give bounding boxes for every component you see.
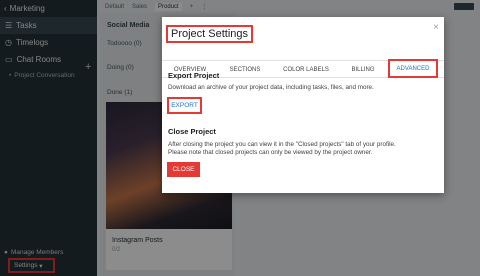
close-heading: Close Project [168,127,216,136]
tab-sections[interactable]: SECTIONS [224,61,266,78]
export-description: Download an archive of your project data… [168,84,374,91]
close-description-2: Please note that closed projects can onl… [168,149,373,156]
modal-title: Project Settings [166,25,254,43]
close-description-1: After closing the project you can view i… [168,141,396,148]
export-button[interactable]: EXPORT [167,97,202,114]
export-heading: Export Project [168,71,220,80]
tab-color-labels[interactable]: COLOR LABELS [276,61,336,78]
project-settings-modal: Project Settings × OVERVIEW SECTIONS COL… [162,17,444,193]
tab-billing[interactable]: BILLING [345,61,381,78]
close-project-button[interactable]: CLOSE [167,162,200,177]
tab-advanced[interactable]: ADVANCED [388,59,438,78]
close-icon[interactable]: × [433,22,439,33]
